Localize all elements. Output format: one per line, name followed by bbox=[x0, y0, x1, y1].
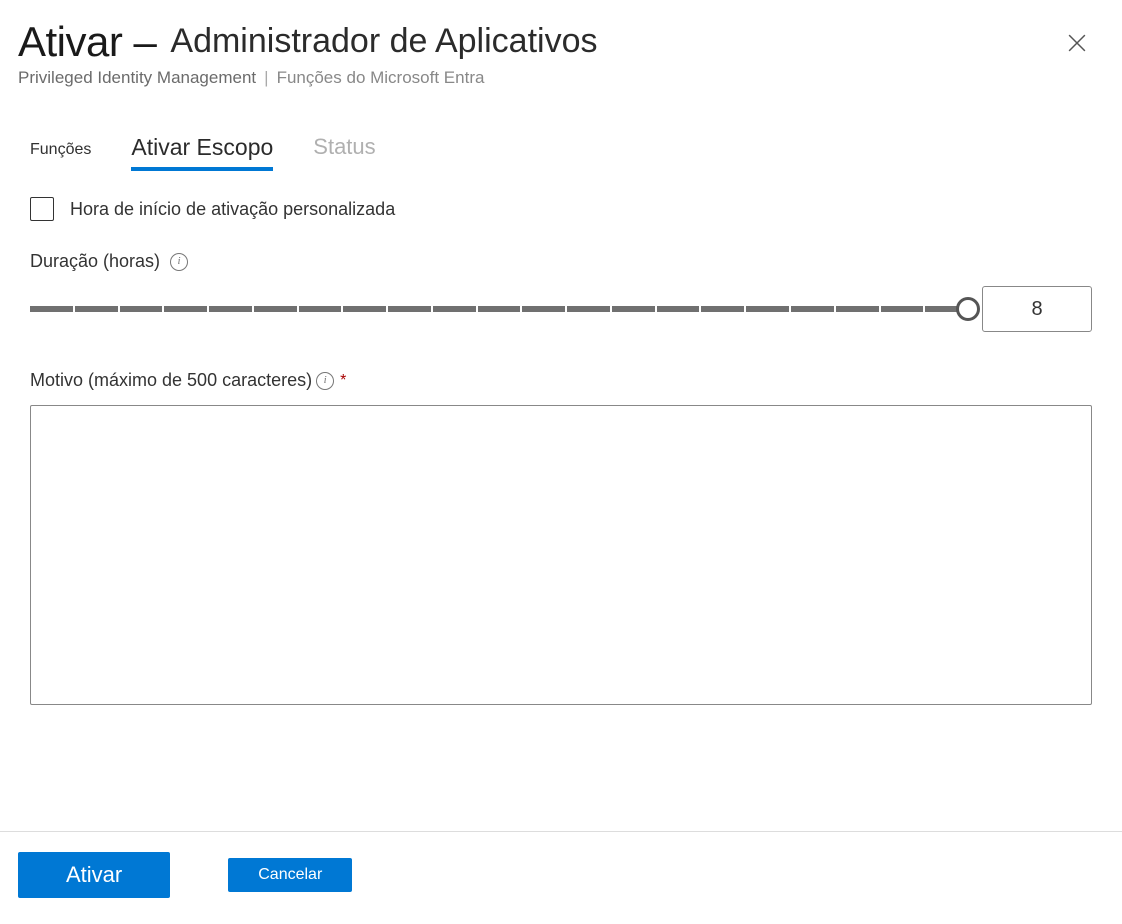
reason-label-row: Motivo (máximo de 500 caracteres) i * bbox=[30, 370, 1092, 391]
breadcrumb-part-2: Funções do Microsoft Entra bbox=[277, 68, 485, 88]
slider-segment bbox=[254, 306, 297, 312]
title-row: Ativar – Administrador de Aplicativos bbox=[18, 18, 1092, 66]
slider-segment bbox=[522, 306, 565, 312]
cancel-button[interactable]: Cancelar bbox=[228, 858, 352, 892]
required-indicator: * bbox=[340, 372, 346, 390]
tab-bar: Funções Ativar Escopo Status bbox=[0, 98, 1122, 171]
panel-header: Ativar – Administrador de Aplicativos Pr… bbox=[0, 0, 1122, 98]
slider-segment bbox=[612, 306, 655, 312]
slider-thumb[interactable] bbox=[956, 297, 980, 321]
slider-segment bbox=[791, 306, 834, 312]
info-icon[interactable]: i bbox=[316, 372, 334, 390]
slider-segment bbox=[836, 306, 879, 312]
slider-segment bbox=[299, 306, 342, 312]
form-content: Hora de início de ativação personalizada… bbox=[0, 171, 1122, 710]
duration-label-row: Duração (horas) i bbox=[30, 251, 1092, 272]
footer-bar: Ativar Cancelar bbox=[0, 831, 1122, 924]
title-prefix: Ativar – bbox=[18, 18, 156, 66]
custom-start-row: Hora de início de ativação personalizada bbox=[30, 197, 1092, 221]
activate-button[interactable]: Ativar bbox=[18, 852, 170, 898]
duration-slider-row bbox=[30, 286, 1092, 332]
breadcrumb-part-1: Privileged Identity Management bbox=[18, 68, 256, 88]
tab-activate-scope[interactable]: Ativar Escopo bbox=[131, 134, 273, 171]
close-icon bbox=[1068, 34, 1086, 52]
breadcrumb: Privileged Identity Management | Funções… bbox=[18, 68, 1092, 88]
slider-segment bbox=[478, 306, 521, 312]
reason-textarea[interactable] bbox=[30, 405, 1092, 705]
slider-segment bbox=[209, 306, 252, 312]
slider-track bbox=[30, 306, 968, 312]
title-role: Administrador de Aplicativos bbox=[170, 22, 597, 61]
slider-segment bbox=[746, 306, 789, 312]
tab-roles[interactable]: Funções bbox=[30, 141, 91, 171]
slider-segment bbox=[30, 306, 73, 312]
slider-segment bbox=[164, 306, 207, 312]
duration-label: Duração (horas) bbox=[30, 251, 160, 272]
breadcrumb-divider: | bbox=[264, 68, 268, 88]
slider-segment bbox=[433, 306, 476, 312]
reason-label: Motivo (máximo de 500 caracteres) bbox=[30, 370, 312, 391]
slider-segment bbox=[75, 306, 118, 312]
slider-segment bbox=[343, 306, 386, 312]
slider-segment bbox=[120, 306, 163, 312]
custom-start-checkbox[interactable] bbox=[30, 197, 54, 221]
slider-segment bbox=[701, 306, 744, 312]
slider-segment bbox=[881, 306, 924, 312]
slider-segment bbox=[567, 306, 610, 312]
duration-slider[interactable] bbox=[30, 297, 968, 321]
info-icon[interactable]: i bbox=[170, 253, 188, 271]
custom-start-label: Hora de início de ativação personalizada bbox=[70, 199, 395, 220]
slider-segment bbox=[388, 306, 431, 312]
slider-segment bbox=[657, 306, 700, 312]
close-button[interactable] bbox=[1062, 28, 1092, 58]
tab-status: Status bbox=[313, 134, 375, 171]
duration-input[interactable] bbox=[982, 286, 1092, 332]
